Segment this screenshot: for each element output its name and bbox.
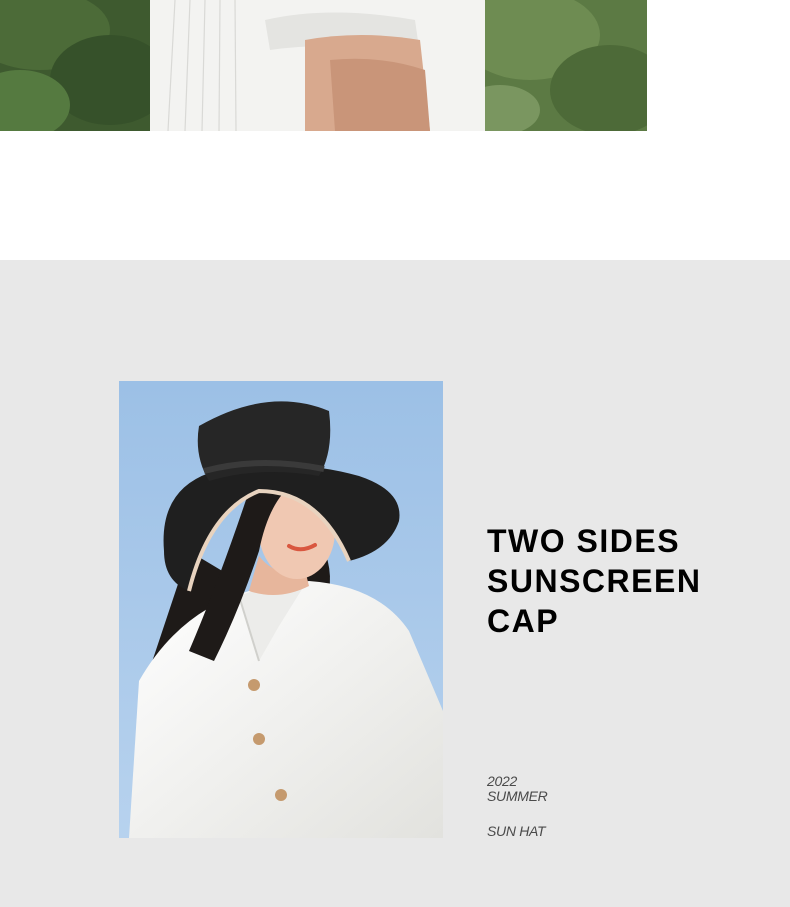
top-lifestyle-photo: [0, 0, 647, 131]
product-headline: TWO SIDES SUNSCREEN CAP: [487, 521, 701, 641]
season-label: SUMMER: [487, 788, 548, 804]
product-type-label: SUN HAT: [487, 823, 546, 839]
headline-line-3: CAP: [487, 603, 560, 639]
headline-line-2: SUNSCREEN: [487, 563, 702, 599]
product-feature-section: TWO SIDES SUNSCREEN CAP 2022 SUMMER SUN …: [0, 260, 790, 907]
year-label: 2022: [487, 773, 517, 789]
model-portrait-image: [119, 381, 443, 838]
headline-line-1: TWO SIDES: [487, 523, 681, 559]
product-page: TWO SIDES SUNSCREEN CAP 2022 SUMMER SUN …: [0, 0, 790, 907]
